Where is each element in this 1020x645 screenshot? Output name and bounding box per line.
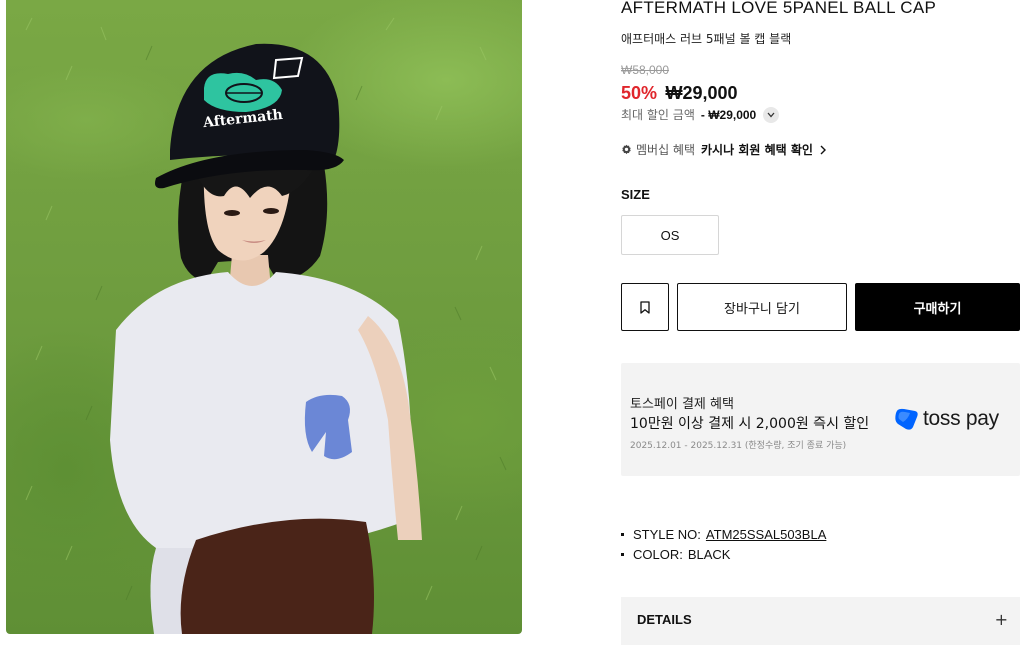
style-number-row: STYLE NO: ATM25SSAL503BLA <box>621 527 826 542</box>
size-option-os[interactable]: OS <box>621 215 719 255</box>
wishlist-button[interactable] <box>621 283 669 331</box>
product-photo-illustration <box>25 17 507 634</box>
membership-benefit-link[interactable]: 멤버십 혜택 카시나 회원 혜택 확인 <box>621 141 828 158</box>
tosspay-promo-banner[interactable]: 토스페이 결제 혜택 10만원 이상 결제 시 2,000원 즉시 할인 202… <box>621 363 1020 476</box>
max-discount-toggle[interactable] <box>763 106 780 123</box>
style-number-label: STYLE NO: <box>633 527 701 542</box>
max-discount-label: 최대 할인 금액 <box>621 108 695 122</box>
sale-price: ₩29,000 <box>665 83 738 103</box>
promo-title: 토스페이 결제 혜택 <box>630 397 734 412</box>
promo-description: 10만원 이상 결제 시 2,000원 즉시 할인 <box>630 416 870 432</box>
plus-icon: + <box>994 609 1008 629</box>
tosspay-logo: toss pay <box>893 407 999 431</box>
bullet <box>621 553 624 556</box>
style-number-link[interactable]: ATM25SSAL503BLA <box>706 527 826 542</box>
gear-icon <box>622 144 631 155</box>
add-to-cart-button[interactable]: 장바구니 담기 <box>677 283 847 331</box>
max-discount-value: - ₩29,000 <box>700 107 757 122</box>
tosspay-mark-icon <box>895 408 918 430</box>
original-price: ₩58,000 <box>621 63 670 77</box>
product-image[interactable]: Aftermath <box>6 0 522 634</box>
promo-period: 2025.12.01 - 2025.12.31 (한정수량, 조기 종료 가능) <box>630 441 847 451</box>
buy-now-button[interactable]: 구매하기 <box>855 283 1020 331</box>
membership-label: 멤버십 혜택 <box>636 143 696 157</box>
color-value: BLACK <box>687 547 731 562</box>
max-discount-row: 최대 할인 금액 - ₩29,000 <box>621 106 780 123</box>
size-label: SIZE <box>621 187 650 202</box>
chevron-down-icon <box>767 112 775 117</box>
chevron-right-icon <box>820 145 826 154</box>
details-accordion[interactable]: DETAILS + <box>621 597 1020 645</box>
tosspay-brand-text: toss pay <box>923 407 999 430</box>
membership-link-text: 카시나 회원 혜택 확인 <box>701 143 813 157</box>
product-title: AFTERMATH LOVE 5PANEL BALL CAP <box>621 0 937 17</box>
details-label: DETAILS <box>637 611 692 627</box>
product-subtitle: 애프터매스 러브 5패널 볼 캡 블랙 <box>621 32 792 46</box>
discount-rate: 50% <box>621 83 658 103</box>
bullet <box>621 533 624 536</box>
price-row: 50% ₩29,000 <box>621 83 738 104</box>
bookmark-icon <box>640 300 650 314</box>
color-label: COLOR: <box>633 547 683 562</box>
product-info-panel: AFTERMATH LOVE 5PANEL BALL CAP 애프터매스 러브 … <box>621 0 1020 645</box>
color-row: COLOR: BLACK <box>621 547 730 562</box>
